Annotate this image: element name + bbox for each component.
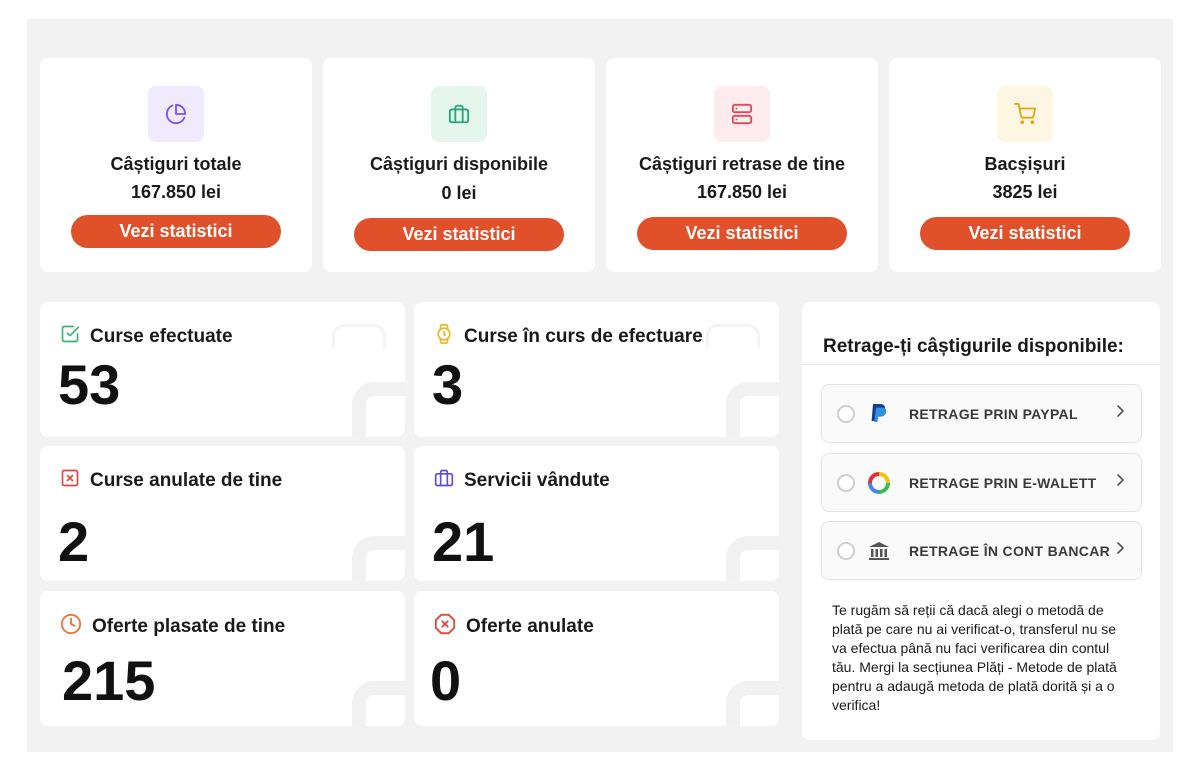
option-label: RETRAGE PRIN E-WALETT: [909, 474, 1097, 491]
background-watermark: [726, 382, 779, 437]
briefcase-icon: [434, 468, 454, 493]
summary-value: 3825 lei: [992, 182, 1058, 202]
ewallet-ring-icon: [867, 471, 891, 495]
stat-label: Curse în curs de efectuare: [464, 325, 703, 347]
background-watermark: [706, 324, 760, 348]
chevron-right-icon: [1114, 404, 1126, 423]
bank-icon: [867, 539, 891, 563]
x-octagon-icon: [434, 613, 456, 640]
stat-label: Oferte plasate de tine: [92, 615, 286, 637]
stat-value: 3: [432, 353, 464, 416]
view-stats-button[interactable]: Vezi statistici: [354, 218, 564, 251]
stat-label: Oferte anulate: [466, 615, 594, 637]
view-stats-button[interactable]: Vezi statistici: [637, 217, 847, 250]
stat-card-offers-cancelled: Oferte anulate 0: [414, 591, 779, 726]
server-icon: [714, 86, 770, 142]
watch-icon: [434, 323, 454, 349]
withdraw-note: Te rugăm să reții că dacă alegi o metodă…: [832, 602, 1117, 713]
stat-value: 2: [58, 510, 90, 573]
radio-button[interactable]: [837, 541, 855, 560]
stat-card-services-sold: Servicii vândute 21: [414, 446, 779, 581]
stat-header: Curse efectuate: [60, 324, 233, 349]
background-watermark: [726, 681, 779, 726]
summary-value: 167.850 lei: [696, 182, 788, 202]
withdraw-option-ewallet[interactable]: RETRAGE PRIN E-WALETT: [821, 453, 1142, 512]
withdraw-panel: Retrage-ți câștigurile disponibile: RETR…: [802, 302, 1160, 740]
summary-title: Câștiguri disponibile: [369, 154, 548, 174]
withdraw-title: Retrage-ți câștigurile disponibile:: [823, 336, 1124, 357]
stat-label: Servicii vândute: [464, 469, 610, 491]
stat-header: Servicii vândute: [434, 468, 610, 493]
stat-value: 21: [432, 510, 495, 573]
background-watermark: [332, 324, 386, 348]
radio-button[interactable]: [837, 404, 855, 423]
stat-header: Oferte plasate de tine: [60, 613, 285, 640]
stat-header: Curse în curs de efectuare: [434, 323, 703, 349]
check-square-icon: [60, 324, 80, 349]
summary-card-withdrawn-earnings: Câștiguri retrase de tine 167.850 lei Ve…: [606, 58, 878, 272]
background-watermark: [352, 681, 405, 726]
x-square-icon: [60, 468, 80, 493]
stat-label: Curse efectuate: [90, 325, 233, 347]
clock-icon: [60, 613, 82, 640]
background-watermark: [352, 382, 405, 437]
stat-header: Oferte anulate: [434, 613, 594, 640]
background-watermark: [726, 536, 779, 581]
summary-title: Câștiguri retrase de tine: [638, 154, 846, 174]
chevron-right-icon: [1114, 473, 1126, 492]
stat-value: 215: [62, 649, 156, 712]
stat-value: 0: [430, 649, 462, 712]
summary-card-total-earnings: Câștiguri totale 167.850 lei Vezi statis…: [40, 58, 312, 272]
paypal-icon: [867, 402, 891, 426]
option-label: RETRAGE ÎN CONT BANCAR: [909, 542, 1111, 559]
stat-value: 53: [58, 353, 121, 416]
stat-card-rides-in-progress: Curse în curs de efectuare 3: [414, 302, 779, 437]
stat-header: Curse anulate de tine: [60, 468, 282, 493]
summary-title: Bacșișuri: [984, 154, 1066, 174]
view-stats-button[interactable]: Vezi statistici: [71, 215, 281, 248]
radio-button[interactable]: [837, 473, 855, 492]
stat-card-completed-rides: Curse efectuate 53: [40, 302, 405, 437]
cart-icon: [997, 86, 1053, 142]
summary-card-tips: Bacșișuri 3825 lei Vezi statistici: [889, 58, 1161, 272]
stat-label: Curse anulate de tine: [90, 469, 283, 491]
briefcase-icon: [431, 86, 487, 142]
summary-card-available-earnings: Câștiguri disponibile 0 lei Vezi statist…: [323, 58, 595, 272]
stat-card-offers-placed: Oferte plasate de tine 215: [40, 591, 405, 726]
chevron-right-icon: [1114, 541, 1126, 560]
summary-value: 0 lei: [441, 183, 477, 203]
pie-chart-icon: [148, 86, 204, 142]
option-label: RETRAGE PRIN PAYPAL: [909, 405, 1078, 422]
withdraw-option-paypal[interactable]: RETRAGE PRIN PAYPAL: [821, 384, 1142, 443]
summary-value: 167.850 lei: [130, 182, 222, 202]
stat-card-cancelled-rides: Curse anulate de tine 2: [40, 446, 405, 581]
withdraw-option-bank-account[interactable]: RETRAGE ÎN CONT BANCAR: [821, 521, 1142, 580]
background-watermark: [352, 536, 405, 581]
divider: [802, 364, 1160, 365]
summary-title: Câștiguri totale: [110, 154, 242, 174]
view-stats-button[interactable]: Vezi statistici: [920, 217, 1130, 250]
